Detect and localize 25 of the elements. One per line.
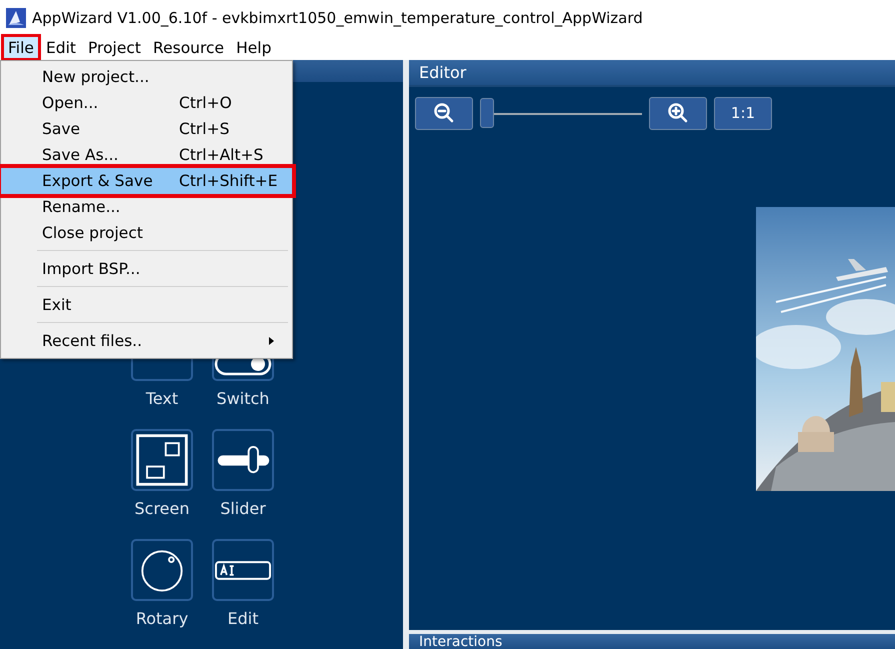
menu-item[interactable]: Exit: [3, 292, 290, 318]
menu-item[interactable]: Open... Ctrl+O: [3, 90, 290, 116]
widget-label: Rotary: [136, 609, 188, 628]
menu-item[interactable]: Save Ctrl+S: [3, 116, 290, 142]
window-title: AppWizard V1.00_6.10f - evkbimxrt1050_emwin_temperature_control_AppWizard: [32, 8, 643, 26]
menu-item[interactable]: Save As... Ctrl+Alt+S: [3, 142, 290, 168]
menu-item[interactable]: Project: [82, 35, 148, 60]
widget-label: Switch: [216, 389, 270, 408]
menu-item[interactable]: New project...: [3, 64, 290, 90]
menu-item[interactable]: Edit: [40, 35, 82, 60]
menu-item[interactable]: Export & Save Ctrl+Shift+E: [1, 168, 292, 194]
menu-item[interactable]: Close project: [3, 220, 290, 246]
panel-title: Editor: [419, 63, 466, 82]
widget-label: Edit: [228, 609, 258, 628]
widget-label: Slider: [220, 499, 266, 518]
widget-label: Screen: [134, 499, 190, 518]
menu-item[interactable]: Import BSP...: [3, 256, 290, 282]
menu-item[interactable]: Resource: [147, 35, 230, 60]
menu-item[interactable]: Rename...: [3, 194, 290, 220]
menu-item[interactable]: Help: [230, 35, 278, 60]
widget-label: Text: [146, 389, 178, 408]
menu-item[interactable]: Recent files..: [3, 328, 290, 354]
actual-size-button[interactable]: 1:1: [714, 96, 772, 130]
menu-item[interactable]: File: [2, 35, 40, 60]
panel-title: Interactions: [419, 636, 502, 648]
